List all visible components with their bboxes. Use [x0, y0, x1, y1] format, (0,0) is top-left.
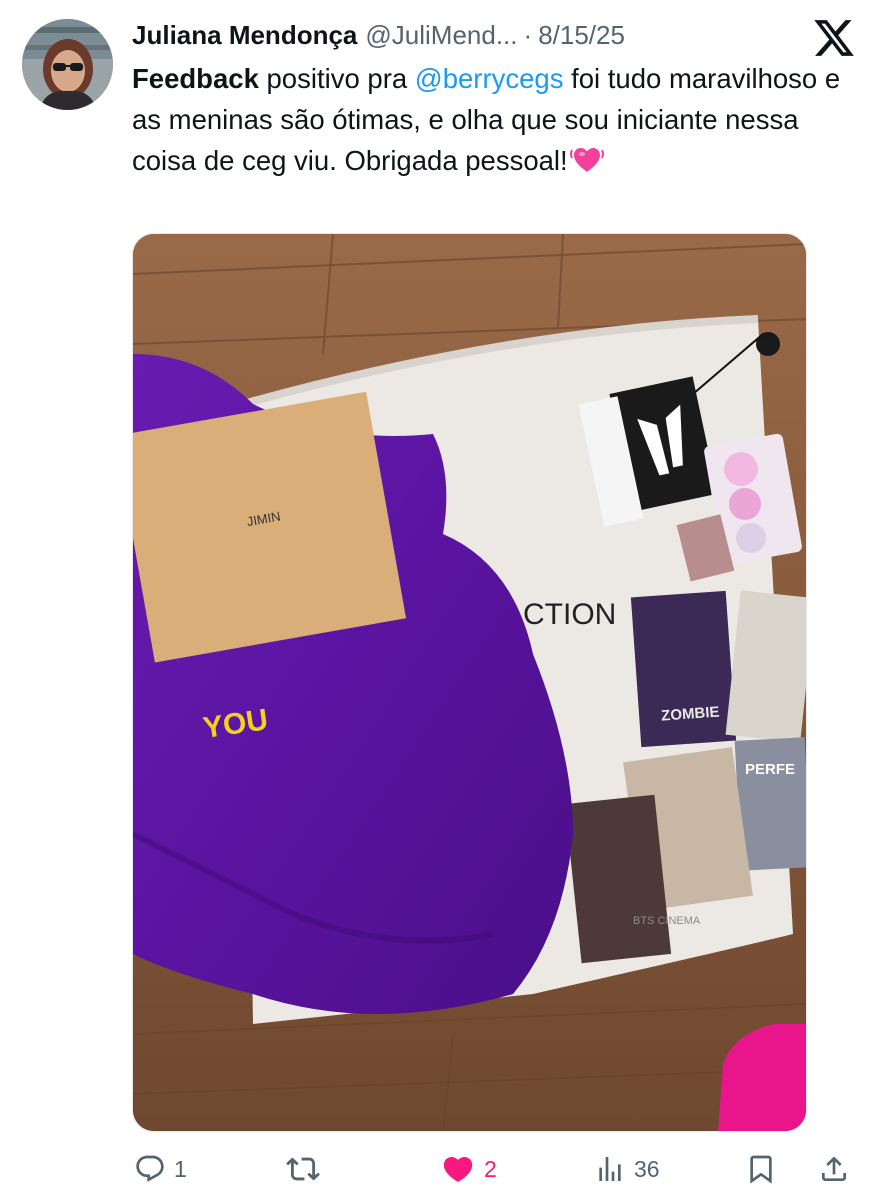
views-count: 36 — [634, 1155, 660, 1182]
views-button[interactable]: 36 — [594, 1146, 660, 1192]
photo-content: CTION ZOMBIE PERFE BTS CINEMA YOU JIMIN — [133, 234, 806, 1131]
retweet-button[interactable] — [286, 1146, 320, 1192]
tweet-header: Juliana Mendonça @JuliMend... · 8/15/25 — [132, 18, 625, 54]
author-display-name[interactable]: Juliana Mendonça — [132, 18, 357, 52]
reply-icon — [136, 1155, 164, 1182]
ticket-2-text: PERFE — [745, 761, 795, 778]
bag-print-text: CTION — [523, 598, 616, 631]
reply-count: 1 — [174, 1155, 187, 1182]
avatar-photo — [22, 19, 113, 110]
bookmark-button[interactable] — [745, 1146, 777, 1192]
like-button[interactable]: 2 — [440, 1146, 497, 1192]
tweet-text-bold: Feedback — [132, 63, 259, 94]
reply-button[interactable]: 1 — [134, 1146, 187, 1192]
mention-link[interactable]: @berrycegs — [415, 63, 564, 94]
author-handle[interactable]: @JuliMend... — [365, 18, 517, 52]
retweet-icon — [286, 1157, 320, 1181]
heart-with-ribbon-emoji-icon — [569, 144, 604, 174]
tweet-text-part1: positivo pra — [258, 63, 415, 94]
ticket-3-text: BTS CINEMA — [633, 915, 701, 927]
tweet-photo[interactable]: CTION ZOMBIE PERFE BTS CINEMA YOU JIMIN — [132, 233, 807, 1132]
x-logo-icon[interactable] — [812, 16, 856, 60]
share-icon — [822, 1156, 846, 1181]
header-separator: · — [523, 20, 533, 50]
views-icon — [599, 1157, 621, 1181]
bookmark-icon — [750, 1155, 772, 1184]
share-button[interactable] — [818, 1146, 850, 1192]
like-count: 2 — [484, 1155, 497, 1182]
avatar[interactable] — [22, 19, 113, 110]
tweet-date[interactable]: 8/15/25 — [538, 18, 625, 52]
heart-filled-icon — [443, 1156, 473, 1182]
tweet: Juliana Mendonça @JuliMend... · 8/15/25 … — [0, 0, 875, 1200]
tweet-text: Feedback positivo pra @berrycegs foi tud… — [132, 58, 842, 181]
tweet-actions: 1 2 36 — [0, 1146, 875, 1192]
